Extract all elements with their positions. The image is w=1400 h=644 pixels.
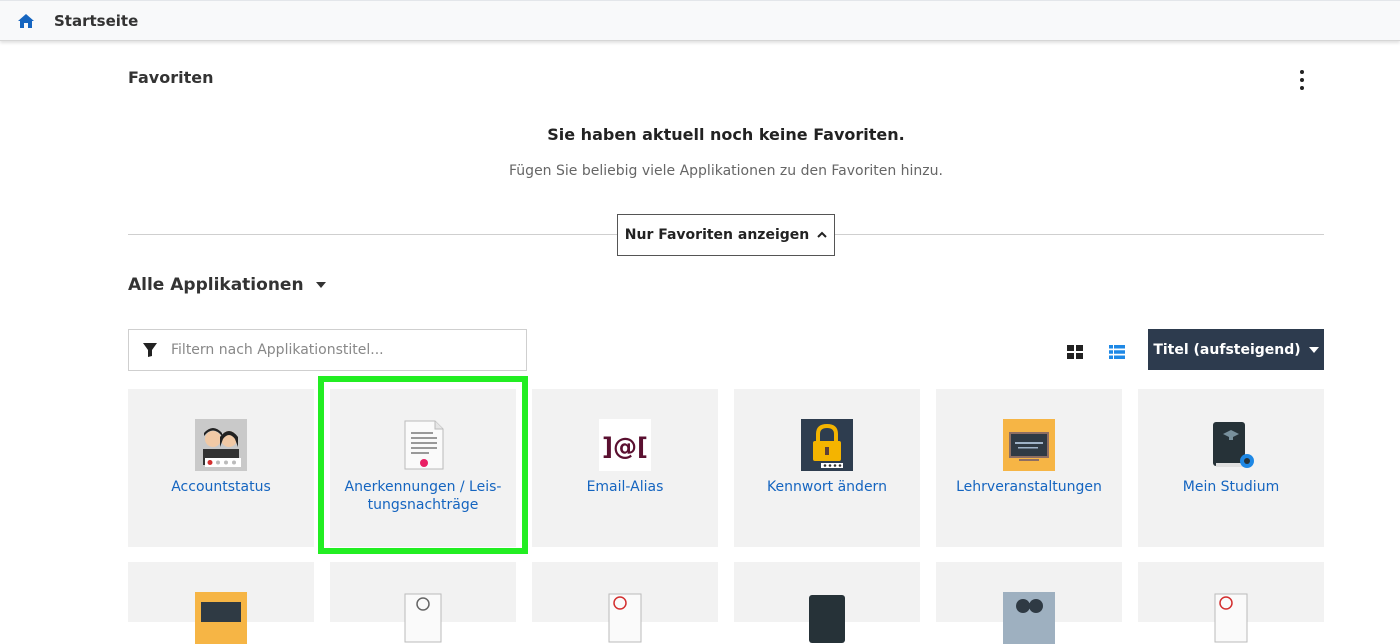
filter-icon — [143, 343, 157, 357]
app-tile-email-alias[interactable]: ]@[ Email-Alias — [532, 389, 718, 547]
favorites-empty-heading: Sie haben aktuell noch keine Favoriten. — [547, 125, 905, 144]
certificate-icon — [404, 593, 442, 643]
app-tile-row2-6[interactable] — [1138, 562, 1324, 643]
lock-icon — [801, 419, 853, 471]
top-bar: Startseite — [0, 0, 1400, 41]
app-tile-label: Mein Studium — [1182, 479, 1280, 495]
app-tile-row2-2[interactable] — [330, 562, 516, 643]
favorites-empty-subtext: Fügen Sie beliebig viele Applikationen z… — [509, 163, 943, 179]
app-tile-lehrveranstaltungen[interactable]: Lehrveranstaltungen — [936, 389, 1122, 547]
filter-box — [128, 329, 527, 371]
app-tile-label: Kennwort ändern — [767, 479, 887, 495]
only-favorites-toggle-label: Nur Favoriten anzeigen — [624, 227, 810, 243]
app-tile-label: Email-Alias — [586, 479, 664, 495]
app-tile-row2-3[interactable] — [532, 562, 718, 643]
monitor-icon — [195, 592, 247, 644]
book-icon — [1205, 419, 1257, 471]
chalkboard-icon — [1003, 419, 1055, 471]
all-applications-title: Alle Applikationen — [128, 275, 304, 295]
app-tile-label: Accountstatus — [171, 479, 271, 495]
caret-down-icon — [315, 282, 326, 288]
chevron-up-icon — [817, 231, 827, 238]
sort-dropdown-button[interactable]: Titel (aufsteigend) — [1148, 329, 1324, 370]
caret-down-icon — [1308, 346, 1319, 353]
app-tile-row2-4[interactable] — [734, 562, 920, 643]
only-favorites-toggle-button[interactable]: Nur Favoriten anzeigen — [617, 214, 835, 256]
document-icon — [404, 420, 444, 470]
checked-document-icon — [1214, 593, 1248, 643]
app-tile-row2-1[interactable] — [128, 562, 314, 644]
checked-document-icon — [608, 593, 642, 643]
app-tile-row2-5[interactable] — [936, 562, 1122, 644]
more-options-icon[interactable] — [1295, 70, 1309, 90]
favorites-title: Favoriten — [128, 68, 214, 87]
app-tile-mein-studium[interactable]: Mein Studium — [1138, 389, 1324, 547]
people-icon — [1003, 592, 1055, 644]
filter-input[interactable] — [171, 342, 511, 358]
email-alias-icon: ]@[ — [599, 419, 651, 471]
all-applications-dropdown[interactable]: Alle Applikationen — [128, 275, 326, 295]
svg-text:]@[: ]@[ — [602, 433, 648, 461]
list-view-icon[interactable] — [1109, 345, 1125, 359]
grid-view-icon[interactable] — [1067, 345, 1083, 359]
page-title[interactable]: Startseite — [54, 12, 138, 30]
app-tile-kennwort-aendern[interactable]: Kennwort ändern — [734, 389, 920, 547]
home-icon[interactable] — [17, 13, 35, 29]
app-tile-label: Lehrveranstaltungen — [956, 479, 1102, 495]
binder-icon — [809, 595, 845, 643]
sort-dropdown-label: Titel (aufsteigend) — [1153, 341, 1301, 358]
accountstatus-icon — [195, 419, 247, 471]
app-tile-label: Anerkennungen / Leis- tungsnachträge — [344, 479, 502, 513]
app-tile-accountstatus[interactable]: Accountstatus — [128, 389, 314, 547]
app-tile-anerkennungen[interactable]: Anerkennungen / Leis- tungsnachträge — [330, 389, 516, 547]
